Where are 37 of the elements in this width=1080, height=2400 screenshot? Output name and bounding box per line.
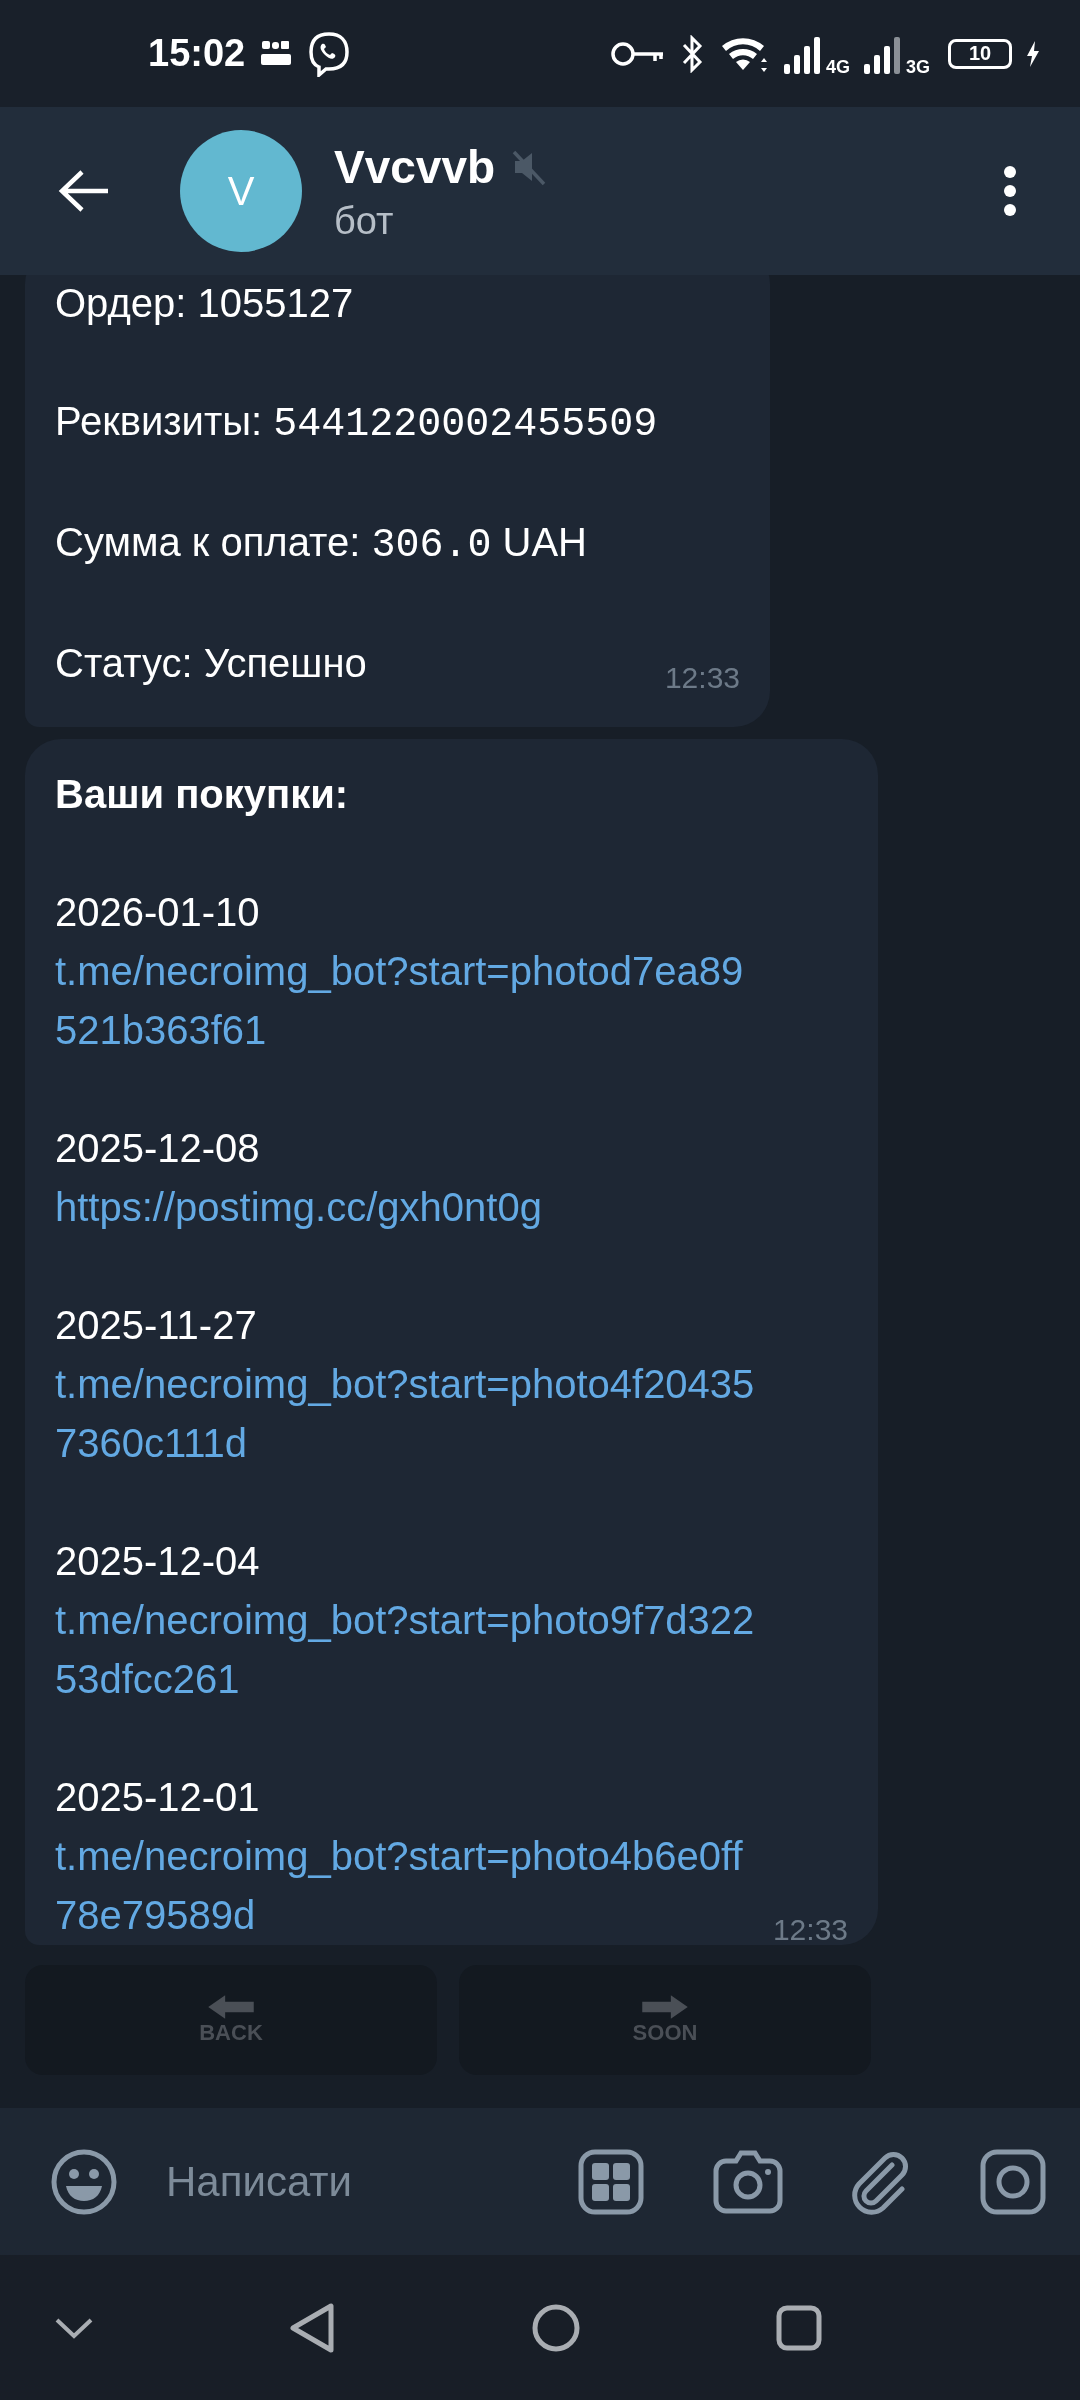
- purchase-link[interactable]: t.me/necroimg_bot?start=photo4b6e0ff78e79589d: [55, 1827, 760, 1945]
- sticker-grid-icon[interactable]: [578, 2148, 644, 2215]
- recents-square-icon[interactable]: [776, 2304, 822, 2351]
- clock-time: 15:02: [148, 32, 246, 75]
- network-type: 4G: [825, 57, 850, 78]
- chat-title: Vvcvvb: [334, 139, 496, 194]
- emoji-icon[interactable]: [50, 2147, 118, 2216]
- chat-subtitle: бот: [334, 199, 395, 243]
- message-text: Реквизиты: 5441220002455509: [55, 398, 659, 449]
- purchase-date: 2025-12-08: [55, 1125, 261, 1172]
- battery-level: 10: [968, 42, 992, 65]
- left-arrow-icon: [208, 1994, 254, 2020]
- home-circle-icon[interactable]: [530, 2302, 581, 2353]
- charging-icon: [1026, 40, 1040, 67]
- purchase-link[interactable]: t.me/necroimg_bot?start=photo4f204357360c111d: [55, 1355, 760, 1473]
- right-arrow-icon: [642, 1994, 688, 2020]
- message-time: 12:33: [772, 1915, 848, 1945]
- purchase-date: 2025-12-04: [55, 1538, 261, 1585]
- message-heading: Ваши покупки:: [55, 771, 350, 818]
- message-input[interactable]: Написати: [164, 2156, 578, 2207]
- purchase-link[interactable]: t.me/necroimg_bot?start=photod7ea89521b363f61: [55, 942, 760, 1060]
- network-type: 3G: [906, 57, 930, 78]
- purchase-link[interactable]: t.me/necroimg_bot?start=photo9f7d32253dfcc261: [55, 1591, 760, 1709]
- message-text: Ордер: 1055127: [55, 280, 355, 327]
- message-time: 12:33: [664, 663, 740, 693]
- purchase-link[interactable]: https://postimg.cc/gxh0nt0g: [55, 1178, 760, 1237]
- round-video-icon[interactable]: [980, 2148, 1046, 2215]
- purchase-date: 2026-01-10: [55, 889, 261, 936]
- phone-bubble-icon: [307, 30, 352, 77]
- purchase-date: 2025-11-27: [55, 1302, 258, 1349]
- purchase-date: 2025-12-01: [55, 1774, 261, 1821]
- message-text: Сумма к оплате: 306.0 UAH: [55, 519, 588, 570]
- message-text: Статус: Успешно: [55, 640, 367, 687]
- camera-icon[interactable]: [712, 2148, 784, 2215]
- back-triangle-icon[interactable]: [289, 2301, 336, 2354]
- more-menu-icon[interactable]: [1002, 165, 1018, 217]
- back-arrow-icon[interactable]: [58, 169, 110, 213]
